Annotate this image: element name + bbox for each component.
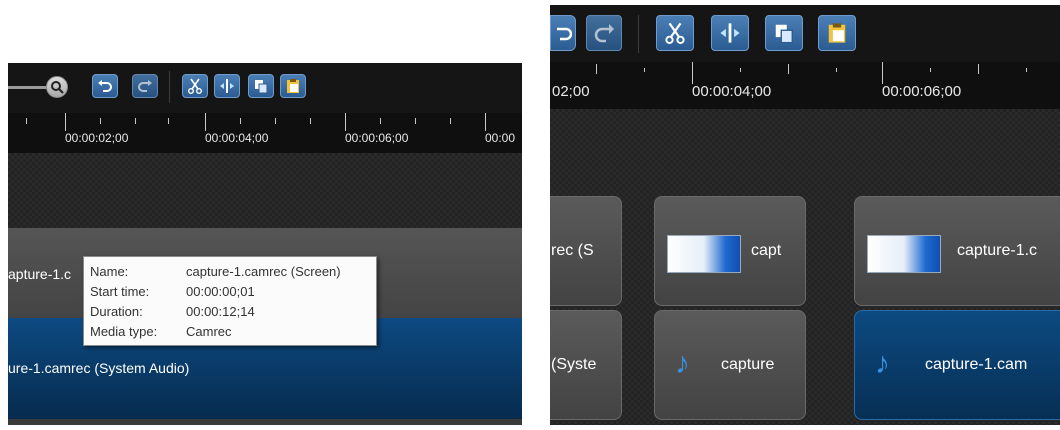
audio-clip-selected[interactable]: ♪ capture-1.cam <box>854 310 1060 420</box>
paste-icon[interactable] <box>818 15 856 51</box>
screen-clip[interactable]: capture-1.c <box>854 196 1060 306</box>
time-ruler[interactable]: 00:00:02;00 00:00:04;00 00:00:06;00 00:0… <box>8 113 522 153</box>
ruler-time-label: 00:00:02;00 <box>65 131 129 145</box>
ruler-time-label: 00:00 <box>485 131 516 145</box>
audio-clip-label: ure-1.camrec (System Audio) <box>8 360 190 376</box>
copy-icon[interactable] <box>248 74 274 98</box>
clip-thumbnail <box>667 235 741 273</box>
left-timeline-panel: 00:00:02;00 00:00:04;00 00:00:06;00 00:0… <box>8 63 522 425</box>
screen-clip[interactable]: capt <box>654 196 806 306</box>
tooltip-row: Start time: 00:00:00;01 <box>90 281 370 301</box>
ruler-time-label: 00:00:04;00 <box>205 131 269 145</box>
screen-clip[interactable]: rec (S <box>550 196 622 306</box>
screen-clip-label: apture-1.c <box>8 266 72 282</box>
tooltip-key: Name: <box>90 263 129 279</box>
redo-icon[interactable] <box>132 74 158 98</box>
tooltip-value: 00:00:12;14 <box>186 303 255 319</box>
audio-clip[interactable]: (Syste <box>550 310 622 420</box>
cut-icon[interactable] <box>656 15 694 51</box>
tooltip-key: Duration: <box>90 303 143 319</box>
tooltip-value: Camrec <box>186 323 232 339</box>
audio-clip[interactable]: ♪ capture <box>654 310 806 420</box>
cut-icon[interactable] <box>182 74 208 98</box>
ruler-time-label: 00:00:06;00 <box>345 131 409 145</box>
music-note-icon: ♪ <box>875 347 890 380</box>
tooltip-row: Name: capture-1.camrec (Screen) <box>90 261 370 281</box>
timeline-toolbar <box>8 63 522 113</box>
screen-clip-label: capt <box>751 242 782 259</box>
clip-thumbnail <box>867 235 941 273</box>
screen-clip-label: rec (S <box>551 242 594 259</box>
tooltip-value: 00:00:00;01 <box>186 283 255 299</box>
track-bottom-bar <box>8 419 522 425</box>
tooltip-key: Start time: <box>90 283 150 299</box>
time-ruler[interactable]: 02;00 00:00:04;00 00:00:06;00 <box>550 62 1060 109</box>
split-icon[interactable] <box>711 15 749 51</box>
tooltip-value: capture-1.camrec (Screen) <box>186 263 341 279</box>
tooltip-key: Media type: <box>90 323 158 339</box>
paste-icon[interactable] <box>280 74 306 98</box>
audio-clip-label: (Syste <box>551 356 597 373</box>
audio-clip-label: capture <box>721 356 775 373</box>
screen-clip-label: capture-1.c <box>957 242 1038 259</box>
clip-info-tooltip: Name: capture-1.camrec (Screen) Start tim… <box>83 256 377 346</box>
ruler-time-label: 00:00:06;00 <box>882 83 962 100</box>
tooltip-row: Media type: Camrec <box>90 321 370 341</box>
split-icon[interactable] <box>214 74 240 98</box>
ruler-time-label: 00:00:04;00 <box>692 83 772 100</box>
zoom-icon[interactable] <box>46 76 68 98</box>
ruler-time-label: 02;00 <box>552 83 590 100</box>
empty-track-area <box>8 153 522 228</box>
right-timeline-panel: 02;00 00:00:04;00 00:00:06;00 rec (S cap… <box>550 5 1060 425</box>
undo-icon[interactable] <box>92 74 118 98</box>
timeline-toolbar <box>550 5 1060 62</box>
audio-clip-label: capture-1.cam <box>925 356 1028 373</box>
undo-icon[interactable] <box>550 15 576 51</box>
music-note-icon: ♪ <box>675 347 690 380</box>
zoom-slider-track[interactable] <box>8 86 48 89</box>
tooltip-row: Duration: 00:00:12;14 <box>90 301 370 321</box>
copy-icon[interactable] <box>765 15 803 51</box>
redo-icon[interactable] <box>586 15 622 51</box>
